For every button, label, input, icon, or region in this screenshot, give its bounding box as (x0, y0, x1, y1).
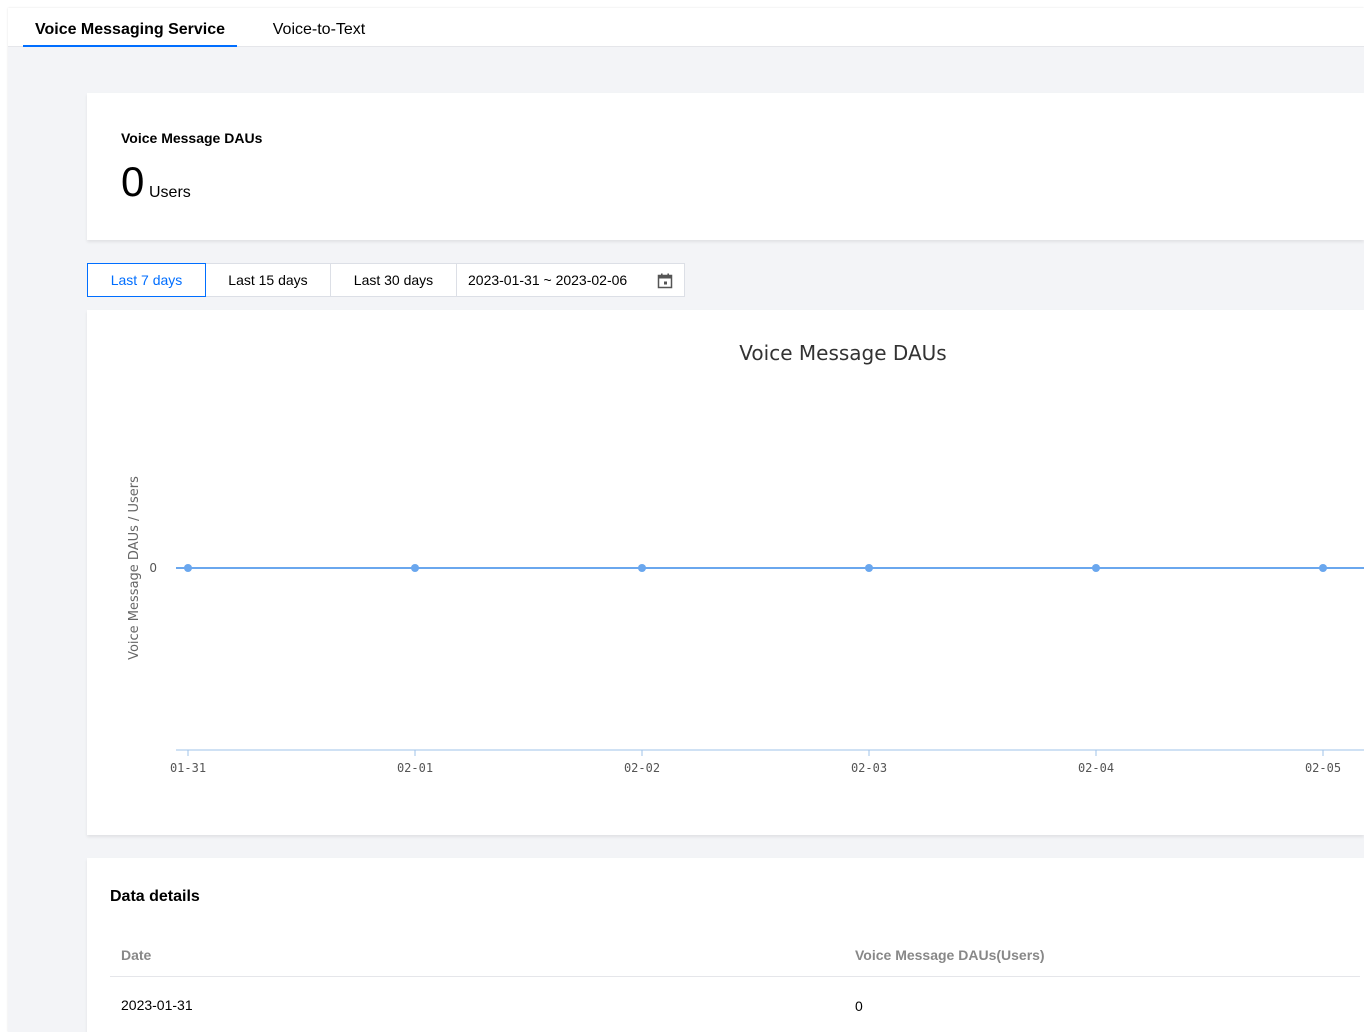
range-last-15-days-button[interactable]: Last 15 days (205, 263, 331, 297)
x-tick-label: 02-03 (851, 761, 887, 775)
range-last-30-days-button[interactable]: Last 30 days (330, 263, 457, 297)
chart-y-axis-label: Voice Message DAUs / Users (127, 476, 142, 660)
tab-voice-messaging-service[interactable]: Voice Messaging Service (23, 8, 237, 47)
column-header-daus: Voice Message DAUs(Users) (855, 947, 1045, 963)
data-point (184, 564, 192, 572)
table-cell-date: 2023-01-31 (121, 997, 193, 1013)
x-tick-label: 01-31 (170, 761, 206, 775)
details-card: Data details Date Voice Message DAUs(Use… (87, 858, 1364, 1032)
x-tick-label: 02-05 (1305, 761, 1341, 775)
tab-bar: Voice Messaging Service Voice-to-Text (8, 8, 1364, 47)
data-point (411, 564, 419, 572)
data-point (1319, 564, 1327, 572)
data-point (638, 564, 646, 572)
date-range-picker[interactable]: 2023-01-31 ~ 2023-02-06 (456, 263, 685, 297)
chart-title: Voice Message DAUs (739, 341, 946, 365)
data-point (1092, 564, 1100, 572)
kpi-card: Voice Message DAUs 0 Users (87, 93, 1364, 240)
data-point (865, 564, 873, 572)
kpi-title: Voice Message DAUs (121, 130, 263, 146)
y-tick-label: 0 (149, 561, 157, 575)
date-range-selector: Last 7 days Last 15 days Last 30 days 20… (87, 263, 685, 297)
table-cell-daus: 0 (855, 998, 863, 1014)
calendar-icon[interactable] (657, 273, 673, 289)
x-tick-label: 02-02 (624, 761, 660, 775)
tab-voice-to-text[interactable]: Voice-to-Text (259, 8, 379, 46)
app-frame: Voice Messaging Service Voice-to-Text Vo… (8, 8, 1364, 1032)
kpi-value: 0 (121, 158, 145, 205)
range-last-7-days-button[interactable]: Last 7 days (87, 263, 206, 297)
column-header-date: Date (121, 947, 152, 963)
header-divider (110, 976, 1360, 977)
chart-card: Voice Message DAUs Voice Message DAUs / … (87, 310, 1364, 835)
kpi-unit: Users (149, 184, 191, 201)
x-tick-label: 02-01 (397, 761, 433, 775)
date-range-text: 2023-01-31 ~ 2023-02-06 (468, 272, 628, 288)
line-chart: Voice Message DAUs Voice Message DAUs / … (127, 341, 1364, 775)
x-tick-label: 02-04 (1078, 761, 1114, 775)
details-title: Data details (110, 888, 200, 905)
